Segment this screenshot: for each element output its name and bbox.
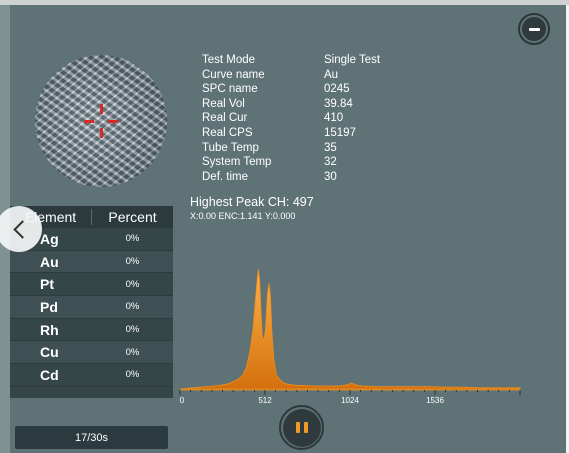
param-real-vol: Real Vol 39.84 [202, 97, 380, 112]
param-label: Curve name [202, 68, 265, 81]
spectrum-chart: 0 512 1024 1536 [179, 268, 521, 405]
param-value: Single Test [324, 54, 381, 66]
param-label: System Temp [202, 156, 272, 169]
param-value: 35 [324, 141, 337, 154]
param-curve-name: Curve name Au [202, 68, 380, 83]
table-row: Au 0% [10, 250, 173, 274]
top-border [0, 0, 569, 5]
element-percent: 0% [125, 278, 140, 290]
table-row: Pt 0% [10, 273, 173, 297]
minimize-icon [522, 17, 546, 41]
param-label: Real CPS [202, 126, 253, 139]
cursor-coordinates: X:0.00 ENC:1.141 Y:0.000 [190, 211, 296, 221]
param-label: Def. time [202, 170, 249, 183]
highest-peak-label: Highest Peak CH: 497 [190, 195, 314, 209]
param-value: 30 [324, 170, 337, 183]
element-name: Cu [40, 344, 59, 361]
param-spc-name: SPC name 0245 [202, 82, 380, 97]
element-percent: 0% [125, 301, 140, 313]
x-tick-label: 1536 [426, 396, 444, 405]
param-def-time: Def. time 30 [202, 170, 380, 185]
x-tick-label: 0 [180, 396, 185, 405]
param-value: Au [324, 68, 339, 81]
header-percent: Percent [108, 209, 157, 225]
pause-button[interactable] [279, 405, 324, 450]
camera-preview [35, 55, 167, 187]
table-row: Cu 0% [10, 341, 173, 365]
param-value: 0245 [324, 83, 350, 96]
param-label: Real Cur [202, 112, 248, 125]
param-label: Real Vol [202, 97, 245, 110]
param-label: Tube Temp [202, 141, 259, 154]
element-percent: 0% [125, 233, 140, 245]
x-tick-label: 512 [258, 396, 272, 405]
param-system-temp: System Temp 32 [202, 155, 380, 170]
element-percent: 0% [125, 346, 140, 358]
param-real-cur: Real Cur 410 [202, 111, 380, 126]
element-percent: 0% [125, 369, 140, 381]
table-row: Pd 0% [10, 296, 173, 319]
chevron-left-icon [12, 219, 32, 239]
param-value: 15197 [324, 126, 356, 139]
param-test-mode: Test Mode Single Test [202, 53, 380, 68]
element-name: Au [40, 253, 59, 270]
param-label: Test Mode [202, 54, 256, 66]
param-tube-temp: Tube Temp 35 [202, 141, 380, 156]
element-name: Pd [40, 298, 58, 315]
test-progress: 17/30s [15, 426, 168, 449]
param-value: 410 [324, 112, 344, 125]
element-name: Rh [40, 321, 59, 338]
table-row: Rh 0% [10, 318, 173, 342]
element-name: Cd [40, 366, 59, 383]
param-label: SPC name [202, 83, 258, 96]
table-footer [10, 386, 173, 398]
test-parameters: Test Mode Single Test Curve name Au SPC … [202, 53, 380, 184]
minimize-button[interactable] [518, 13, 550, 45]
element-name: Pt [40, 276, 54, 293]
spectrum-curve [179, 268, 521, 390]
pause-icon [282, 408, 321, 447]
param-real-cps: Real CPS 15197 [202, 126, 380, 141]
x-tick-label: 1024 [341, 396, 359, 405]
param-value: 32 [324, 156, 337, 169]
param-value: 39.84 [324, 97, 353, 110]
element-percent: 0% [125, 256, 140, 268]
element-percent: 0% [125, 324, 140, 336]
table-row: Cd 0% [10, 364, 173, 387]
